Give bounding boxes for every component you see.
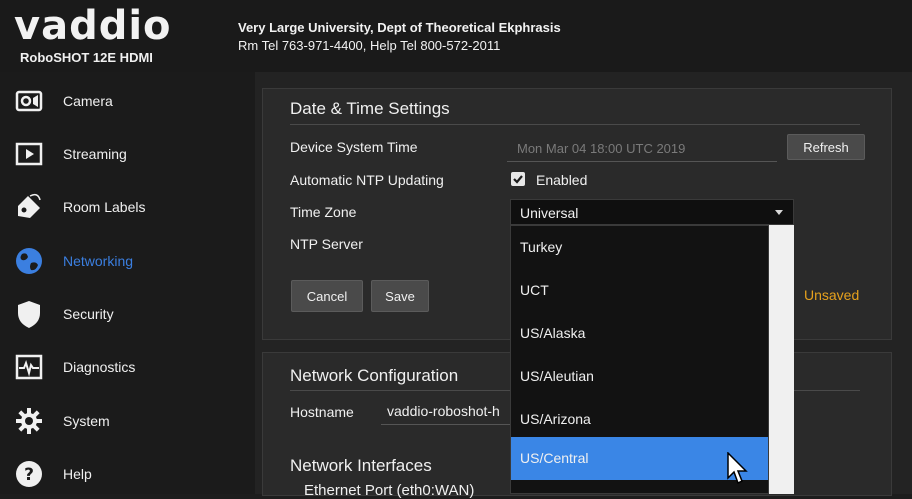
divider <box>290 124 860 125</box>
sidebar-item-streaming[interactable]: Streaming <box>0 129 255 179</box>
interfaces-title: Network Interfaces <box>290 456 432 475</box>
sidebar-item-networking[interactable]: Networking <box>0 236 255 286</box>
sidebar-item-label: Security <box>63 306 114 322</box>
organization-name: Very Large University, Dept of Theoretic… <box>238 20 561 35</box>
sidebar-item-help[interactable]: ? Help <box>0 449 255 499</box>
ntp-updating-label: Automatic NTP Updating <box>290 172 444 188</box>
system-time-field: Mon Mar 04 18:00 UTC 2019 <box>507 134 777 162</box>
timezone-option[interactable]: US/Arizona <box>511 398 768 441</box>
save-button[interactable]: Save <box>371 280 429 312</box>
hostname-field[interactable]: vaddio-roboshot-h <box>381 398 517 425</box>
gear-icon <box>14 406 44 436</box>
shield-icon <box>14 299 44 329</box>
chevron-down-icon <box>775 210 783 215</box>
play-icon <box>14 139 44 169</box>
timezone-label: Time Zone <box>290 204 357 220</box>
timezone-option[interactable]: US/Alaska <box>511 312 768 355</box>
panel-title: Date & Time Settings <box>290 99 450 118</box>
header-info: Very Large University, Dept of Theoretic… <box>238 19 561 55</box>
sidebar-item-label: Camera <box>63 93 113 109</box>
timezone-option[interactable]: UCT <box>511 269 768 312</box>
ntp-server-label: NTP Server <box>290 236 363 252</box>
timezone-value: Universal <box>520 205 579 221</box>
hostname-label: Hostname <box>290 404 354 420</box>
phone-info: Rm Tel 763-971-4400, Help Tel 800-572-20… <box>238 38 501 53</box>
unsaved-status: Unsaved <box>804 287 860 303</box>
cancel-button[interactable]: Cancel <box>291 280 363 312</box>
tag-icon <box>14 192 44 222</box>
mouse-pointer-icon <box>727 451 749 491</box>
svg-text:?: ? <box>24 465 34 485</box>
globe-icon <box>14 246 44 276</box>
sidebar-item-system[interactable]: System <box>0 396 255 446</box>
timezone-option[interactable]: US/Aleutian <box>511 355 768 398</box>
camera-icon <box>14 86 44 116</box>
sidebar-item-camera[interactable]: Camera <box>0 76 255 126</box>
checkmark-icon <box>513 175 523 184</box>
timezone-option[interactable]: Turkey <box>511 226 768 269</box>
ntp-enabled-checkbox[interactable] <box>511 172 525 186</box>
help-icon: ? <box>14 459 44 489</box>
sidebar: Camera Streaming Room Labels Networking … <box>0 72 255 494</box>
ethernet-port-label: Ethernet Port (eth0:WAN) <box>304 482 475 499</box>
sidebar-item-diagnostics[interactable]: Diagnostics <box>0 342 255 392</box>
ntp-enabled-label: Enabled <box>536 172 588 188</box>
device-model: RoboSHOT 12E HDMI <box>20 50 153 65</box>
timezone-select[interactable]: Universal <box>510 199 794 225</box>
logo-wordmark: vaddio <box>14 3 172 49</box>
network-title: Network Configuration <box>290 366 459 385</box>
sidebar-item-label: Room Labels <box>63 199 146 215</box>
sidebar-item-room-labels[interactable]: Room Labels <box>0 182 255 232</box>
pulse-icon <box>14 352 44 382</box>
sidebar-item-security[interactable]: Security <box>0 289 255 339</box>
sidebar-item-label: Help <box>63 466 92 482</box>
system-time-label: Device System Time <box>290 139 418 155</box>
refresh-button[interactable]: Refresh <box>787 134 865 160</box>
sidebar-item-label: Streaming <box>63 146 127 162</box>
sidebar-item-label: System <box>63 413 110 429</box>
sidebar-item-label: Diagnostics <box>63 359 136 375</box>
header: vaddio RoboSHOT 12E HDMI Very Large Univ… <box>0 0 912 72</box>
sidebar-item-label: Networking <box>63 253 134 269</box>
dropdown-scrollbar[interactable] <box>769 225 794 494</box>
